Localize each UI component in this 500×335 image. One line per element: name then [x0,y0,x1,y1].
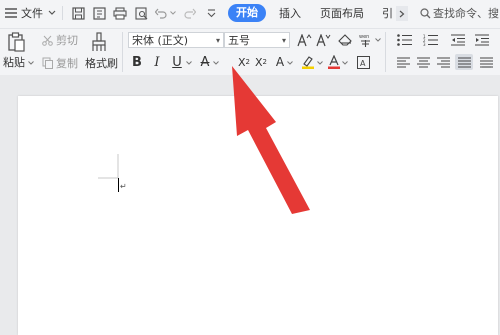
annotation-arrow-icon [232,66,310,214]
